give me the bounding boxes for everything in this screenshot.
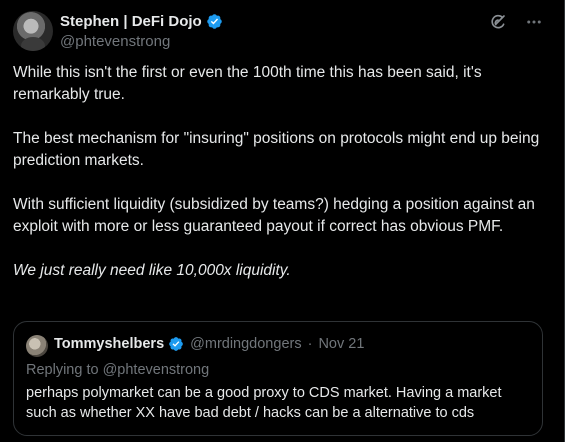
author-handle[interactable]: @phtevenstrong	[60, 33, 170, 50]
tweet-top-actions	[488, 12, 544, 32]
tweet-paragraph: The best mechanism for "insuring" positi…	[13, 130, 540, 169]
quoted-text: perhaps polymarket can be a good proxy t…	[26, 385, 502, 421]
tweet-paragraph: While this isn't the first or even the 1…	[13, 64, 482, 103]
verified-badge-icon	[169, 337, 183, 351]
tweet-paragraph-italic: We just really need like 10,000x liquidi…	[13, 262, 291, 279]
quoted-author-name: Tommyshelbers	[54, 336, 165, 352]
verified-badge-icon	[206, 14, 222, 29]
quoted-author-row: Tommyshelbers @mrdingdongers · Nov 21	[54, 336, 364, 352]
more-icon[interactable]	[524, 12, 544, 32]
grok-icon[interactable]	[488, 12, 508, 32]
author-display-name[interactable]: Stephen | DeFi Dojo	[60, 13, 202, 30]
tweet: Stephen | DeFi Dojo @phtevenstrong While…	[0, 0, 565, 442]
quoted-author-handle: @mrdingdongers	[190, 336, 302, 352]
author-name-row: Stephen | DeFi Dojo	[60, 13, 223, 30]
quoted-tweet[interactable]: Tommyshelbers @mrdingdongers · Nov 21 Re…	[13, 321, 543, 436]
tweet-paragraph: With sufficient liquidity (subsidized by…	[13, 196, 535, 235]
meta-separator: ·	[307, 336, 313, 352]
quoted-date: Nov 21	[318, 336, 365, 352]
quoted-author-avatar	[26, 335, 48, 357]
tweet-text: While this isn't the first or even the 1…	[13, 62, 543, 304]
replying-to: Replying to @phtevenstrong	[26, 362, 210, 378]
author-avatar[interactable]	[13, 11, 53, 51]
